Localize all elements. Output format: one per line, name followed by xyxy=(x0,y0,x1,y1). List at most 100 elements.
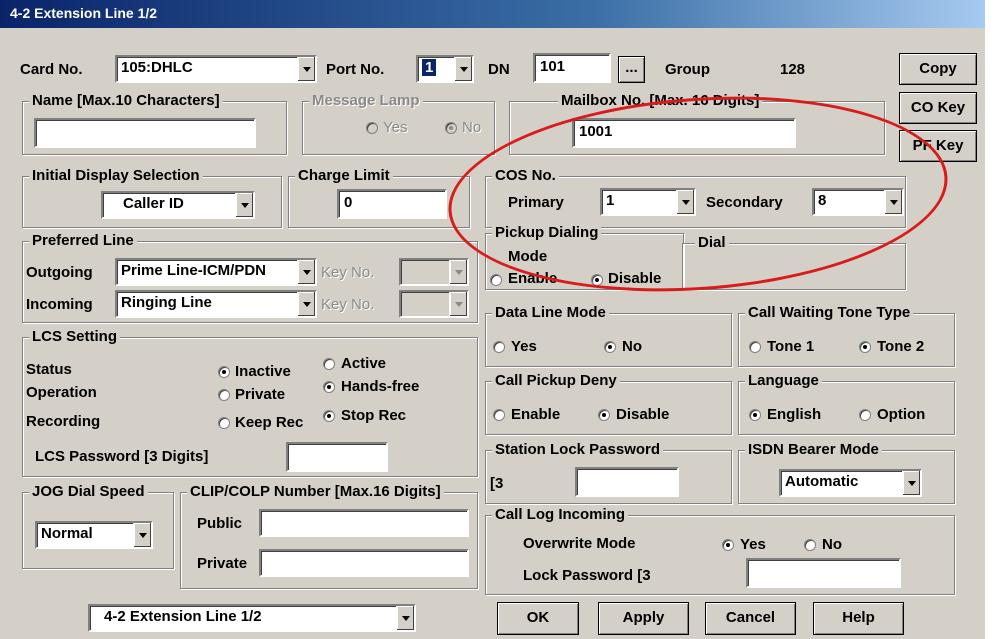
isdn-bearer-label: ISDN Bearer Mode xyxy=(745,441,882,458)
pickup-deny-disable-radio[interactable] xyxy=(598,409,610,421)
jog-dial-select[interactable]: Normal xyxy=(35,521,153,549)
call-waiting-tone2-label: Tone 2 xyxy=(877,338,925,355)
lcs-private-label: Private xyxy=(235,386,286,403)
port-no-select[interactable]: 1 xyxy=(416,55,474,83)
chevron-down-icon xyxy=(449,292,467,316)
message-lamp-no-radio[interactable] xyxy=(445,122,457,134)
chevron-down-icon xyxy=(396,606,414,630)
lcs-active-radio[interactable] xyxy=(323,358,335,370)
call-waiting-label: Call Waiting Tone Type xyxy=(745,304,914,321)
card-no-select[interactable]: 105:DHLC xyxy=(115,55,317,83)
preferred-line-group: Preferred Line Outgoing Prime Line-ICM/P… xyxy=(22,232,478,323)
page-select[interactable]: 4-2 Extension Line 1/2 xyxy=(88,604,416,632)
chevron-down-icon xyxy=(297,57,315,81)
clip-colp-group: CLIP/COLP Number [Max.16 Digits] Public … xyxy=(180,483,478,589)
window-title: 4-2 Extension Line 1/2 xyxy=(10,5,158,21)
cancel-button[interactable]: Cancel xyxy=(705,602,796,635)
station-lock-group: Station Lock Password [3 xyxy=(485,441,732,504)
outgoing-select[interactable]: Prime Line-ICM/PDN xyxy=(115,258,317,286)
cos-secondary-select[interactable]: 8 xyxy=(812,188,904,216)
name-group: Name [Max.10 Characters] xyxy=(22,92,287,155)
pickup-enable-radio[interactable] xyxy=(490,274,502,286)
lcs-password-input[interactable] xyxy=(286,442,388,472)
name-input[interactable] xyxy=(34,118,256,148)
call-log-no-radio[interactable] xyxy=(804,539,816,551)
call-waiting-tone1-radio[interactable] xyxy=(749,341,761,353)
lcs-stop-rec-label: Stop Rec xyxy=(341,407,407,424)
copy-button[interactable]: Copy xyxy=(899,53,977,85)
dn-input[interactable]: 101 xyxy=(533,53,611,83)
message-lamp-group: Message Lamp Yes No xyxy=(302,92,495,155)
clip-colp-label: CLIP/COLP Number [Max.16 Digits] xyxy=(187,483,444,500)
isdn-bearer-select[interactable]: Automatic xyxy=(779,469,922,497)
cos-primary-select[interactable]: 1 xyxy=(600,188,696,216)
incoming-key-no-select[interactable] xyxy=(399,290,469,318)
pickup-deny-enable-radio[interactable] xyxy=(493,409,505,421)
message-lamp-yes-radio[interactable] xyxy=(366,122,378,134)
port-no-label: Port No. xyxy=(326,61,385,78)
title-bar: 4-2 Extension Line 1/2 xyxy=(0,0,985,28)
language-option-radio[interactable] xyxy=(859,409,871,421)
cos-group: COS No. Primary 1 Secondary 8 xyxy=(485,167,906,228)
chevron-down-icon xyxy=(884,190,902,214)
mailbox-input[interactable]: 1001 xyxy=(572,118,796,148)
call-log-no-label: No xyxy=(822,536,842,553)
pickup-dialing-label: Pickup Dialing xyxy=(492,224,602,241)
lcs-recording-label: Recording xyxy=(26,413,101,430)
apply-button[interactable]: Apply xyxy=(598,602,689,635)
lcs-password-label: LCS Password [3 Digits] xyxy=(35,448,209,465)
clip-public-input[interactable] xyxy=(259,509,469,537)
language-english-radio[interactable] xyxy=(749,409,761,421)
station-lock-label: Station Lock Password xyxy=(492,441,664,458)
chevron-down-icon xyxy=(449,260,467,284)
ok-button[interactable]: OK xyxy=(497,602,579,635)
cos-secondary-label: Secondary xyxy=(706,194,783,211)
pickup-mode-label: Mode xyxy=(508,248,548,265)
lcs-keep-rec-radio[interactable] xyxy=(218,417,230,429)
data-line-mode-label: Data Line Mode xyxy=(492,304,609,321)
language-label: Language xyxy=(745,372,822,389)
lcs-setting-label: LCS Setting xyxy=(29,328,120,345)
incoming-select[interactable]: Ringing Line xyxy=(115,290,317,318)
outgoing-key-no-select[interactable] xyxy=(399,258,469,286)
call-log-yes-radio[interactable] xyxy=(722,539,734,551)
clip-private-input[interactable] xyxy=(259,549,469,577)
lcs-handsfree-radio[interactable] xyxy=(323,381,335,393)
dial-label: Dial xyxy=(695,234,729,251)
co-key-button[interactable]: CO Key xyxy=(899,92,977,124)
card-no-label: Card No. xyxy=(20,61,83,78)
data-line-no-label: No xyxy=(622,338,642,355)
pickup-deny-disable-label: Disable xyxy=(616,406,670,423)
pf-key-button[interactable]: PF Key xyxy=(899,130,977,162)
pickup-disable-radio[interactable] xyxy=(591,274,603,286)
call-log-lock-label: Lock Password [3 xyxy=(523,567,651,584)
charge-limit-label: Charge Limit xyxy=(295,167,393,184)
mailbox-label: Mailbox No. [Max. 16 Digits] xyxy=(558,92,763,109)
group-label: Group xyxy=(665,61,710,78)
call-pickup-deny-label: Call Pickup Deny xyxy=(492,372,620,389)
lcs-status-label: Status xyxy=(26,361,72,378)
call-log-lock-input[interactable] xyxy=(746,558,901,588)
clip-private-label: Private xyxy=(197,555,248,572)
call-waiting-tone1-label: Tone 1 xyxy=(767,338,815,355)
chevron-down-icon xyxy=(297,260,315,284)
lcs-handsfree-label: Hands-free xyxy=(341,378,420,395)
data-line-mode-group: Data Line Mode Yes No xyxy=(485,304,732,367)
lcs-stop-rec-radio[interactable] xyxy=(323,410,335,422)
call-log-yes-label: Yes xyxy=(740,536,766,553)
dn-browse-button[interactable]: ... xyxy=(618,56,645,83)
data-line-yes-radio[interactable] xyxy=(493,341,505,353)
help-button[interactable]: Help xyxy=(813,602,904,635)
jog-dial-group: JOG Dial Speed Normal xyxy=(22,483,174,569)
incoming-key-no-label: Key No. xyxy=(321,296,375,313)
call-waiting-group: Call Waiting Tone Type Tone 1 Tone 2 xyxy=(738,304,955,367)
data-line-no-radio[interactable] xyxy=(604,341,616,353)
lcs-private-radio[interactable] xyxy=(218,389,230,401)
call-pickup-deny-group: Call Pickup Deny Enable Disable xyxy=(485,372,732,435)
station-lock-input[interactable] xyxy=(575,467,679,497)
charge-limit-input[interactable]: 0 xyxy=(337,189,447,219)
lcs-inactive-radio[interactable] xyxy=(218,366,230,378)
outgoing-label: Outgoing xyxy=(26,264,93,281)
initial-display-select[interactable]: Caller ID xyxy=(101,191,255,219)
call-waiting-tone2-radio[interactable] xyxy=(859,341,871,353)
